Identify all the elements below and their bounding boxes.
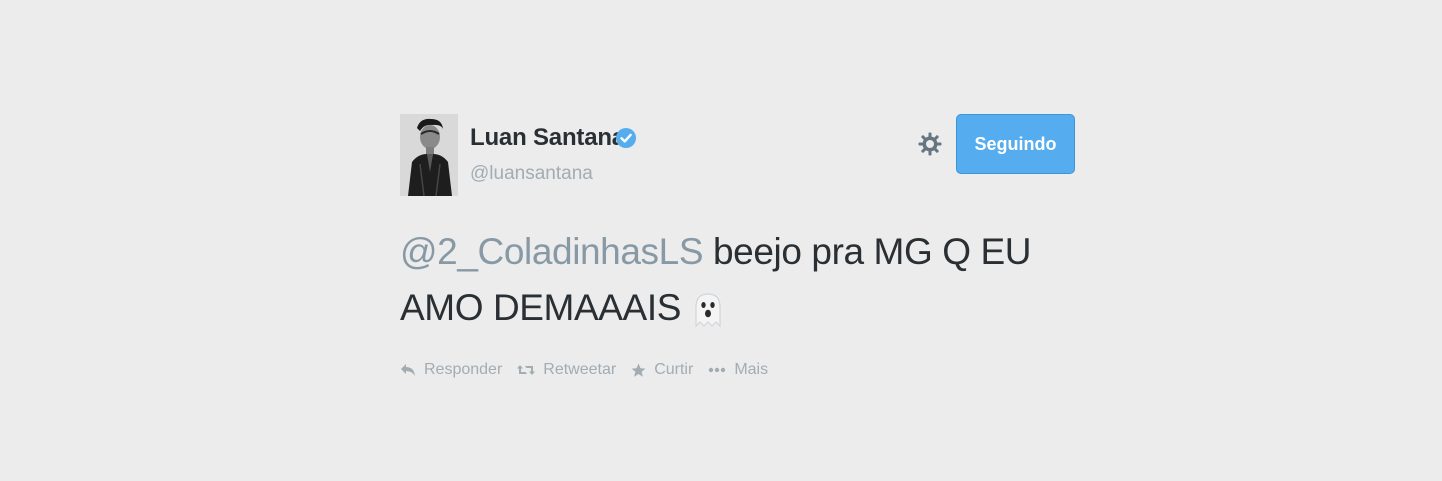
screen-name[interactable]: @luansantana	[470, 163, 593, 185]
more-label: Mais	[734, 361, 769, 378]
star-icon	[631, 363, 646, 377]
verified-badge-icon	[616, 128, 636, 148]
gear-icon[interactable]	[918, 132, 942, 156]
like-action[interactable]: Curtir	[631, 361, 693, 379]
mention-link[interactable]: @2_ColadinhasLS	[400, 231, 704, 272]
following-button[interactable]: Seguindo	[956, 114, 1075, 174]
retweet-label: Retweetar	[543, 361, 617, 378]
retweet-action[interactable]: Retweetar	[517, 361, 616, 379]
tweet-card: Luan Santana @luansantana Seguindo @2_Co…	[400, 112, 1080, 402]
ghost-emoji-icon	[695, 293, 721, 328]
tweet-text-line1: beejo pra MG Q EU	[703, 231, 1032, 272]
more-dots-icon	[709, 367, 726, 373]
reply-label: Responder	[424, 361, 503, 378]
more-action[interactable]: Mais	[708, 361, 768, 379]
retweet-icon	[517, 365, 536, 375]
avatar-image	[400, 114, 458, 196]
display-name[interactable]: Luan Santana	[470, 124, 625, 152]
tweet-text-line2: AMO DEMAAAIS	[400, 287, 681, 328]
like-label: Curtir	[654, 361, 694, 378]
reply-action[interactable]: Responder	[400, 361, 502, 379]
tweet-text: @2_ColadinhasLS beejo pra MG Q EU AMO DE…	[400, 224, 1040, 336]
avatar[interactable]	[400, 114, 458, 196]
tweet-actions: Responder Retweetar Curtir Mais	[400, 358, 783, 382]
reply-icon	[401, 364, 415, 376]
